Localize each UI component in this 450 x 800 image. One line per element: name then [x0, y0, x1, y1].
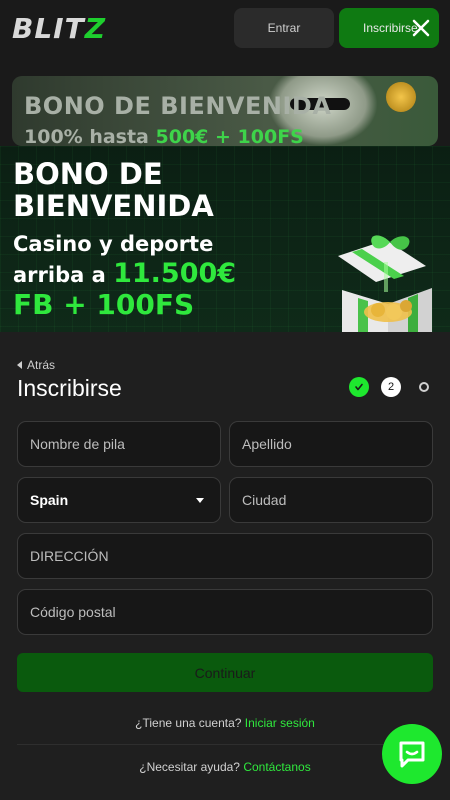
promo-line3: FB + 100FS [13, 288, 195, 321]
background-banner-title: BONO DE BIENVENIDA [24, 92, 332, 120]
account-question: ¿Tiene una cuenta? [135, 716, 242, 730]
step-indicator-current: 2 [381, 377, 401, 397]
country-select[interactable]: Spain [17, 477, 221, 523]
subtitle-prefix: 100% hasta [24, 126, 149, 146]
step-indicator-completed [349, 377, 369, 397]
promo-subtitle: Casino y deporte arriba a 11.500€ [13, 229, 236, 290]
blitz-logo[interactable]: BLITZ [12, 12, 106, 45]
dropdown-caret-icon [196, 498, 204, 503]
coin-image [386, 82, 416, 112]
postal-code-field[interactable]: Código postal [17, 589, 433, 635]
address-field[interactable]: DIRECCIÓN [17, 533, 433, 579]
login-link[interactable]: Iniciar sesión [245, 716, 315, 730]
divider [17, 744, 433, 745]
city-field[interactable]: Ciudad [229, 477, 433, 523]
close-icon[interactable] [410, 17, 432, 39]
continue-button[interactable]: Continuar [17, 653, 433, 692]
country-value: Spain [30, 492, 69, 508]
background-banner-subtitle: 100% hasta 500€ + 100FS [24, 126, 304, 146]
back-arrow-icon [17, 361, 22, 369]
promo-line2-prefix: arriba a [13, 263, 106, 287]
login-prompt: ¿Tiene una cuenta? Iniciar sesión [0, 716, 450, 730]
check-icon [355, 383, 363, 391]
subtitle-highlight: 500€ + 100FS [155, 126, 304, 146]
logo-accent-letter: Z [84, 12, 107, 45]
chat-button[interactable] [382, 724, 442, 784]
back-button[interactable]: Atrás [17, 358, 55, 372]
step-indicator-pending [419, 382, 429, 392]
form-title: Inscribirse [17, 375, 122, 401]
chat-icon [399, 741, 425, 768]
promo-line2: arriba a 11.500€ [13, 259, 236, 290]
background-promo-banner: BONO DE BIENVENIDA 100% hasta 500€ + 100… [12, 76, 438, 146]
gift-box-image [338, 235, 432, 332]
logo-text: BLIT [12, 12, 85, 45]
help-question: ¿Necesitar ayuda? [139, 760, 240, 774]
login-button[interactable]: Entrar [234, 8, 334, 48]
back-label: Atrás [27, 358, 56, 372]
last-name-field[interactable]: Apellido [229, 421, 433, 467]
promo-amount: 11.500€ [113, 258, 237, 289]
top-bar: BLITZ Entrar Inscribirse [0, 0, 450, 56]
first-name-field[interactable]: Nombre de pila [17, 421, 221, 467]
contact-link[interactable]: Contáctanos [243, 760, 310, 774]
promo-line1: Casino y deporte [13, 232, 214, 256]
promo-title: BONO DE BIENVENIDA [13, 157, 214, 223]
